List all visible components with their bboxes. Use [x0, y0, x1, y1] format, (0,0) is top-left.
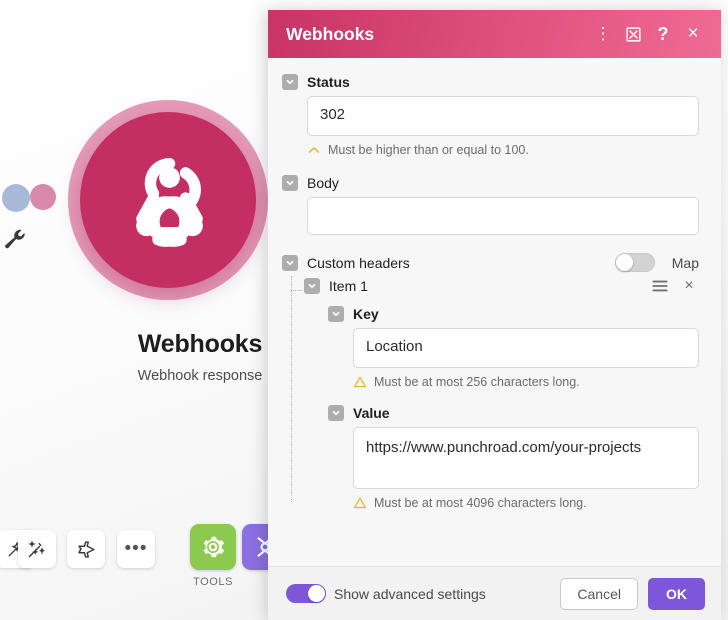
tools-label: TOOLS — [192, 576, 234, 588]
value-input[interactable]: https://www.punchroad.com/your-projects — [353, 427, 699, 489]
key-label-row: Key — [328, 306, 699, 322]
key-hint: Must be at most 256 characters long. — [353, 375, 699, 389]
expand-icon[interactable] — [619, 20, 647, 48]
status-hint-text: Must be higher than or equal to 100. — [328, 143, 529, 157]
custom-headers-block: Custom headers Map Item 1 × Key Location… — [282, 253, 699, 510]
close-icon[interactable]: × — [679, 20, 707, 48]
value-field-block: Value https://www.punchroad.com/your-pro… — [328, 405, 699, 510]
value-hint: Must be at most 4096 characters long. — [353, 496, 699, 510]
dialog-title: Webhooks — [286, 23, 375, 44]
tree-connector — [291, 290, 302, 291]
airplane-button[interactable] — [67, 530, 105, 568]
warning-triangle-icon — [353, 496, 367, 510]
map-toggle-switch[interactable] — [614, 253, 655, 272]
help-icon[interactable]: ? — [649, 20, 677, 48]
advanced-settings-label: Show advanced settings — [334, 585, 486, 602]
header-item-row: Item 1 × — [304, 276, 699, 296]
map-toggle-knob — [615, 254, 633, 271]
dialog-footer: Show advanced settings Cancel OK — [268, 566, 721, 620]
gear-icon[interactable] — [190, 524, 236, 570]
body-label-row: Body — [282, 175, 699, 191]
wrench-icon[interactable] — [2, 228, 28, 254]
chevron-up-warning-icon — [307, 143, 321, 157]
status-label: Status — [307, 74, 350, 90]
custom-headers-items-tree: Item 1 × Key Location Must be at most 25… — [288, 276, 699, 510]
body-label: Body — [307, 175, 339, 191]
canvas-dot-pink — [30, 184, 56, 210]
advanced-settings-toggle[interactable] — [286, 584, 326, 603]
value-hint-text: Must be at most 4096 characters long. — [374, 496, 587, 510]
kebab-menu-icon[interactable]: ⋮ — [589, 20, 617, 48]
ok-button[interactable]: OK — [648, 577, 705, 610]
key-label: Key — [353, 306, 379, 322]
key-hint-text: Must be at most 256 characters long. — [374, 375, 580, 389]
status-label-row: Status — [282, 74, 699, 90]
key-field-block: Key Location Must be at most 256 charact… — [328, 306, 699, 389]
more-button[interactable]: ••• — [117, 530, 155, 568]
custom-headers-toggle-checkbox[interactable] — [282, 254, 298, 271]
status-field-block: Status 302 Must be higher than or equal … — [282, 74, 699, 157]
status-input[interactable]: 302 — [307, 96, 699, 136]
dialog-body[interactable]: Status 302 Must be higher than or equal … — [268, 58, 721, 566]
warning-triangle-icon — [353, 375, 367, 389]
webhooks-settings-dialog: Webhooks ⋮ ? × Status 302 Must be higher… — [268, 10, 721, 620]
status-toggle-checkbox[interactable] — [282, 74, 298, 90]
item-remove-close-icon[interactable]: × — [679, 276, 699, 296]
hamburger-drag-icon[interactable] — [650, 276, 670, 296]
webhook-icon — [112, 143, 227, 258]
value-label-row: Value — [328, 405, 699, 421]
canvas-dot-blue — [2, 184, 30, 212]
advanced-toggle-knob — [308, 585, 325, 602]
body-toggle-checkbox[interactable] — [282, 175, 298, 191]
item-toggle-checkbox[interactable] — [304, 278, 320, 294]
status-hint: Must be higher than or equal to 100. — [307, 143, 699, 157]
dialog-header: Webhooks ⋮ ? × — [268, 10, 721, 58]
custom-headers-label-row: Custom headers Map — [282, 253, 699, 272]
body-input[interactable] — [307, 197, 699, 235]
key-toggle-checkbox[interactable] — [328, 306, 344, 322]
value-toggle-checkbox[interactable] — [328, 405, 344, 421]
key-input[interactable]: Location — [353, 328, 699, 368]
magic-wand-button[interactable] — [18, 530, 56, 568]
item-label: Item 1 — [329, 278, 368, 294]
body-field-block: Body — [282, 175, 699, 235]
advanced-settings-group: Show advanced settings — [286, 584, 550, 603]
value-label: Value — [353, 405, 390, 421]
cancel-button[interactable]: Cancel — [560, 577, 638, 610]
map-label: Map — [671, 254, 699, 271]
custom-headers-label: Custom headers — [307, 254, 410, 271]
